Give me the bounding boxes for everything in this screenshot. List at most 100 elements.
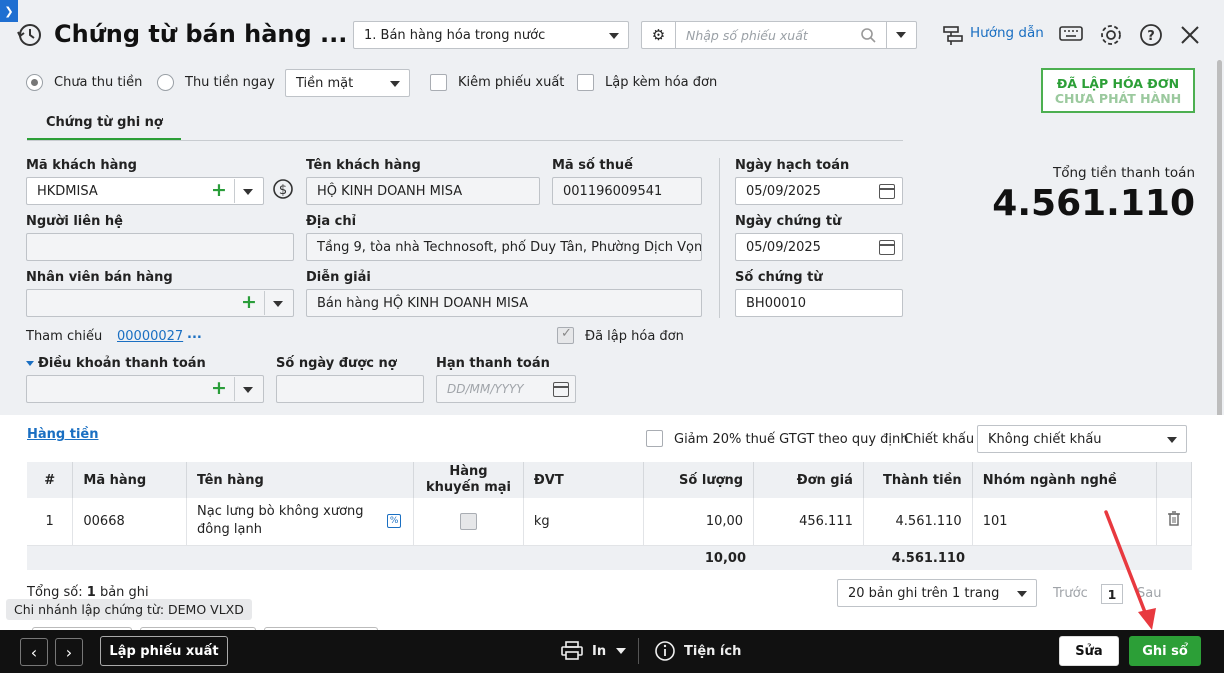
tax-code-input[interactable]: 001196009541 [552, 177, 702, 205]
print-button[interactable]: In [592, 644, 606, 659]
col-item-code: Mã hàng [72, 462, 188, 498]
chevron-down-icon[interactable] [273, 301, 283, 307]
add-payment-terms-icon[interactable]: + [211, 379, 227, 398]
history-icon[interactable] [16, 22, 42, 48]
customer-code-input[interactable]: HKDMISA [26, 177, 264, 205]
row-unit-price[interactable]: 456.111 [753, 498, 864, 546]
reference-more-link[interactable]: ... [187, 327, 202, 342]
description-input[interactable]: Bán hàng HỘ KINH DOANH MISA [306, 289, 702, 317]
sale-type-select[interactable]: 1. Bán hàng hóa trong nước [353, 21, 629, 49]
collapse-caret-icon[interactable] [26, 361, 34, 366]
utilities-button[interactable]: Tiện ích [684, 644, 741, 659]
table-row[interactable]: 1 00668 Nạc lưng bò không xương đông lạn… [27, 498, 1193, 546]
settings-icon[interactable] [1098, 22, 1124, 48]
tab-divider [27, 140, 903, 141]
row-promotion-cell[interactable] [413, 498, 524, 546]
prev-page-button[interactable]: Trước [1053, 586, 1088, 601]
annotation-arrow-icon [1104, 510, 1156, 630]
paid-now-label: Thu tiền ngay [185, 75, 275, 90]
next-voucher-button[interactable]: › [55, 638, 83, 666]
calendar-icon[interactable] [553, 382, 569, 397]
vat-reduction-checkbox[interactable] [646, 430, 663, 447]
discount-value: Không chiết khấu [988, 431, 1102, 447]
row-delete-cell[interactable] [1156, 498, 1193, 546]
customer-name-input[interactable]: HỘ KINH DOANH MISA [306, 177, 540, 205]
keyboard-icon[interactable] [1058, 24, 1084, 46]
row-amount[interactable]: 4.561.110 [863, 498, 973, 546]
edit-button[interactable]: Sửa [1059, 636, 1119, 666]
check-icon: ✓ [561, 326, 572, 341]
close-icon[interactable] [1180, 25, 1200, 45]
column-divider [719, 158, 720, 318]
voucher-no-input[interactable]: BH00010 [735, 289, 903, 317]
payment-terms-input[interactable] [26, 375, 264, 403]
contact-input[interactable] [26, 233, 294, 261]
discount-percent-icon[interactable]: % [387, 514, 402, 528]
address-value: Tầng 9, tòa nhà Technosoft, phố Duy Tân,… [317, 239, 702, 255]
export-slip-search[interactable]: ⚙ Nhập số phiếu xuất [641, 21, 917, 49]
reference-link[interactable]: 00000027 [117, 329, 183, 344]
customer-code-value: HKDMISA [37, 183, 98, 199]
chevron-down-icon[interactable] [243, 189, 253, 195]
sum-amount: 4.561.110 [891, 551, 965, 566]
table-summary-row [27, 546, 1192, 570]
col-index: # [27, 462, 74, 498]
voucher-date-input[interactable]: 05/09/2025 [735, 233, 903, 261]
vertical-scrollbar[interactable] [1217, 60, 1222, 425]
row-item-code[interactable]: 00668 [72, 498, 188, 546]
export-slip-checkbox[interactable] [430, 74, 447, 91]
sum-quantity: 10,00 [704, 551, 746, 566]
help-icon[interactable]: ? [1138, 22, 1164, 48]
row-item-name-cell[interactable]: Nạc lưng bò không xương đông lạnh % [186, 498, 415, 546]
col-amount: Thành tiền [863, 462, 973, 498]
total-value: 4.561.110 [992, 183, 1195, 224]
description-label: Diễn giải [306, 270, 371, 285]
calendar-icon[interactable] [879, 184, 895, 199]
discount-select[interactable]: Không chiết khấu [977, 425, 1187, 453]
printer-icon[interactable] [561, 641, 583, 661]
payment-method-select[interactable]: Tiền mặt [285, 69, 410, 97]
dollar-icon[interactable]: $ [272, 178, 294, 200]
create-export-slip-button[interactable]: Lập phiếu xuất [100, 636, 228, 666]
add-customer-icon[interactable]: + [211, 181, 227, 200]
page-title: Chứng từ bán hàng ... [54, 20, 348, 48]
invoice-checkbox[interactable] [577, 74, 594, 91]
guide-icon[interactable] [941, 23, 965, 47]
credit-days-input[interactable] [276, 375, 424, 403]
tax-code-label: Mã số thuế [552, 158, 633, 173]
guide-link[interactable]: Hướng dẫn [970, 25, 1044, 41]
gear-icon[interactable]: ⚙ [642, 22, 676, 48]
total-records-suffix: bản ghi [99, 585, 149, 600]
sale-type-value: 1. Bán hàng hóa trong nước [364, 27, 546, 43]
tab-goods-money[interactable]: Hàng tiền [27, 427, 98, 442]
row-unit[interactable]: kg [523, 498, 645, 546]
tab-debit-voucher[interactable]: Chứng từ ghi nợ [46, 115, 163, 130]
address-input[interactable]: Tầng 9, tòa nhà Technosoft, phố Duy Tân,… [306, 233, 702, 261]
paid-now-radio[interactable] [157, 74, 174, 91]
address-label: Địa chỉ [306, 214, 357, 229]
add-salesperson-icon[interactable]: + [241, 293, 257, 312]
search-dropdown-button[interactable] [886, 22, 916, 48]
trash-icon[interactable] [1167, 511, 1181, 527]
posting-date-input[interactable]: 05/09/2025 [735, 177, 903, 205]
info-icon[interactable] [654, 640, 676, 662]
row-item-name: Nạc lưng bò không xương đông lạnh [197, 504, 364, 538]
search-icon[interactable] [860, 27, 876, 43]
post-button[interactable]: Ghi sổ [1129, 636, 1201, 666]
invoice-status-line1: ĐÃ LẬP HÓA ĐƠN [1056, 75, 1180, 91]
promotion-checkbox[interactable] [459, 512, 477, 530]
invoiced-checkbox: ✓ [557, 326, 574, 344]
chevron-down-icon[interactable] [243, 387, 253, 393]
vat-reduction-label: Giảm 20% thuế GTGT theo quy định [674, 432, 909, 447]
prev-voucher-button[interactable]: ‹ [20, 638, 48, 666]
expand-sidebar-tab[interactable]: ❯ [0, 0, 18, 22]
search-input[interactable]: Nhập số phiếu xuất [686, 28, 860, 43]
voucher-date-value: 05/09/2025 [746, 239, 821, 255]
chevron-down-icon[interactable] [616, 648, 626, 654]
voucher-no-label: Số chứng từ [735, 270, 823, 285]
page-size-select[interactable]: 20 bản ghi trên 1 trang [837, 579, 1037, 607]
unpaid-radio[interactable] [26, 74, 43, 91]
chevron-down-icon [609, 33, 619, 39]
calendar-icon[interactable] [879, 240, 895, 255]
row-quantity[interactable]: 10,00 [643, 498, 755, 546]
